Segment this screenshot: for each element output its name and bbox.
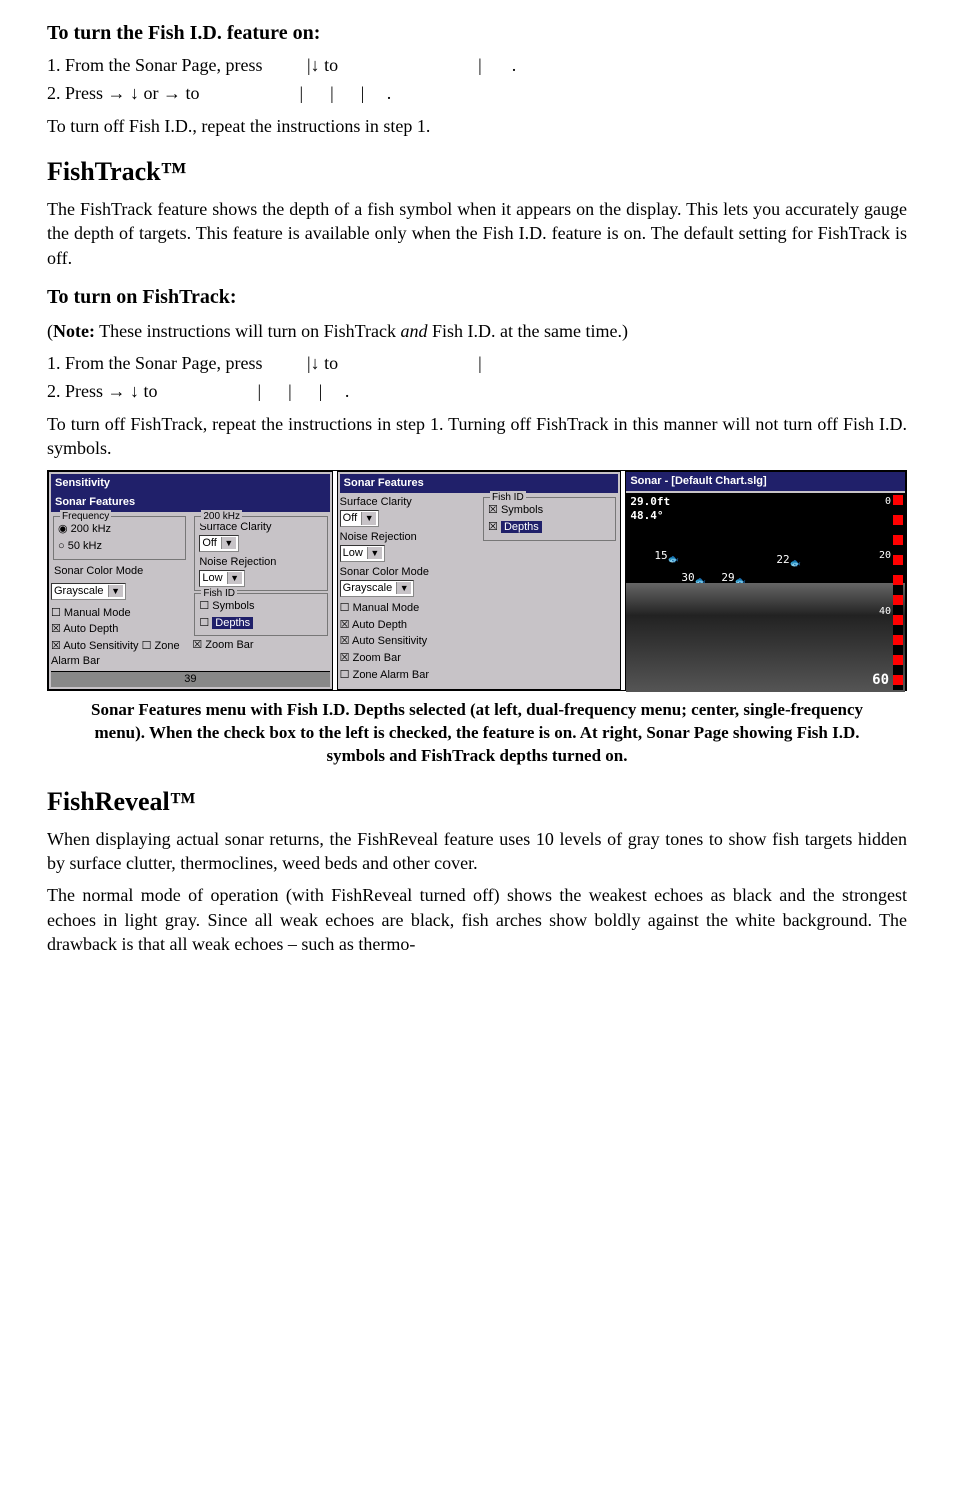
fishreveal-p2: The normal mode of operation (with FishR… <box>47 883 907 956</box>
settings-200-box: 200 kHz Surface Clarity Off▼ Noise Rejec… <box>194 516 327 591</box>
panel-sonar-page: Sonar - [Default Chart.slg] 29.0ft 48.4°… <box>625 471 906 689</box>
section-title-fishid-on: To turn the Fish I.D. feature on: <box>47 20 907 47</box>
panel-single-freq: Sonar Features Surface Clarity Off▼ Nois… <box>337 471 622 689</box>
temp-readout: 48.4° <box>630 509 663 524</box>
auto-depth-check[interactable]: Auto Depth <box>51 622 188 637</box>
surf-clarity-dropdown[interactable]: Off▼ <box>199 535 238 552</box>
ft-step1-b: |↓ to <box>307 351 338 375</box>
fishtrack-para: The FishTrack feature shows the depth of… <box>47 197 907 270</box>
fishreveal-p1: When displaying actual sonar returns, th… <box>47 827 907 876</box>
step2-text-c: | | | . <box>300 81 392 105</box>
zoom-bar-check[interactable]: Zoom Bar <box>192 638 329 653</box>
panel1-titlebar: Sensitivity <box>51 474 330 493</box>
p2-zone-alarm-check[interactable]: Zone Alarm Bar <box>340 668 477 683</box>
step-2-fishid: 2. Press → ↓ or → to | | | . <box>47 81 907 105</box>
p2-surf-clarity-dropdown[interactable]: Off▼ <box>340 510 379 527</box>
fishtrack-step-2: 2. Press → ↓ to | | | . <box>47 379 907 403</box>
fishtrack-note: (Note: These instructions will turn on F… <box>47 319 907 343</box>
manual-mode-check[interactable]: Manual Mode <box>51 606 188 621</box>
ft-step1-c: | <box>478 351 482 375</box>
screenshot-row: Sensitivity Sonar Features Frequency 200… <box>47 470 907 690</box>
frequency-box: Frequency 200 kHz 50 kHz <box>53 516 186 560</box>
ft-step1-a: 1. From the Sonar Page, press <box>47 351 267 375</box>
fishid-box-2: Fish ID Symbols Depths <box>483 497 616 541</box>
step-1-fishid: 1. From the Sonar Page, press |↓ to | . <box>47 53 907 77</box>
ruler-40: 40 <box>879 605 891 619</box>
p2-auto-depth-check[interactable]: Auto Depth <box>340 618 477 633</box>
step1-text-a: 1. From the Sonar Page, press <box>47 53 267 77</box>
step1-text-d: . <box>512 53 517 77</box>
fishtrack-step-1: 1. From the Sonar Page, press |↓ to | <box>47 351 907 375</box>
step2-text-a: 2. Press → ↓ or → to <box>47 81 200 105</box>
ft-step2-b: | | | . <box>258 379 350 403</box>
fishid-box-1: Fish ID Symbols Depths <box>194 593 327 637</box>
fish-depth-15: 15🐟 <box>654 549 679 567</box>
auto-sens-check[interactable]: Auto Sensitivity Zone Alarm Bar <box>51 639 188 669</box>
step1-text-b: |↓ to <box>307 53 338 77</box>
depth-60: 60 <box>872 671 889 690</box>
fishreveal-heading: FishReveal™ <box>47 784 907 819</box>
ruler-20: 20 <box>879 549 891 563</box>
fish-depth-22: 22🐟 <box>776 553 801 571</box>
step1-text-c: | <box>478 53 482 77</box>
fishtrack-subheading: To turn on FishTrack: <box>47 284 907 311</box>
depth-readout: 29.0ft <box>630 495 670 510</box>
panel2-titlebar: Sonar Features <box>340 474 619 493</box>
symbols-check-2[interactable]: Symbols <box>488 503 611 518</box>
sonar-color-label: Sonar Color Mode <box>54 564 185 579</box>
fishtrack-heading: FishTrack™ <box>47 154 907 189</box>
p2-auto-sens-check[interactable]: Auto Sensitivity <box>340 634 477 649</box>
panel3-titlebar: Sonar - [Default Chart.slg] <box>626 472 905 491</box>
radio-50khz[interactable]: 50 kHz <box>58 539 181 554</box>
ft-step2-a: 2. Press → ↓ to <box>47 379 158 403</box>
lake-floor <box>626 583 905 692</box>
grayscale-dropdown[interactable]: Grayscale▼ <box>51 583 126 600</box>
panel1-footer-number: 39 <box>51 671 330 687</box>
depth-ruler <box>893 495 903 689</box>
radio-200khz[interactable]: 200 kHz <box>58 522 181 537</box>
p2-manual-check[interactable]: Manual Mode <box>340 601 477 616</box>
noise-rej-dropdown[interactable]: Low▼ <box>199 570 244 587</box>
panel-dual-freq: Sensitivity Sonar Features Frequency 200… <box>48 471 333 689</box>
sonar-display: 29.0ft 48.4° 15🐟 22🐟 29🐟 30🐟 0 20 40 60 <box>626 493 905 691</box>
screenshot-caption: Sonar Features menu with Fish I.D. Depth… <box>67 699 887 768</box>
p2-zoom-bar-check[interactable]: Zoom Bar <box>340 651 477 666</box>
fishid-off-note: To turn off Fish I.D., repeat the instru… <box>47 114 907 138</box>
symbols-check-1[interactable]: Symbols <box>199 599 322 614</box>
depths-check-1[interactable]: Depths <box>199 616 322 631</box>
p2-grayscale-dropdown[interactable]: Grayscale▼ <box>340 580 415 597</box>
p2-noise-rej-dropdown[interactable]: Low▼ <box>340 545 385 562</box>
ruler-0: 0 <box>885 495 891 509</box>
fishtrack-off-para: To turn off FishTrack, repeat the instru… <box>47 412 907 461</box>
depths-check-2[interactable]: Depths <box>488 520 611 535</box>
